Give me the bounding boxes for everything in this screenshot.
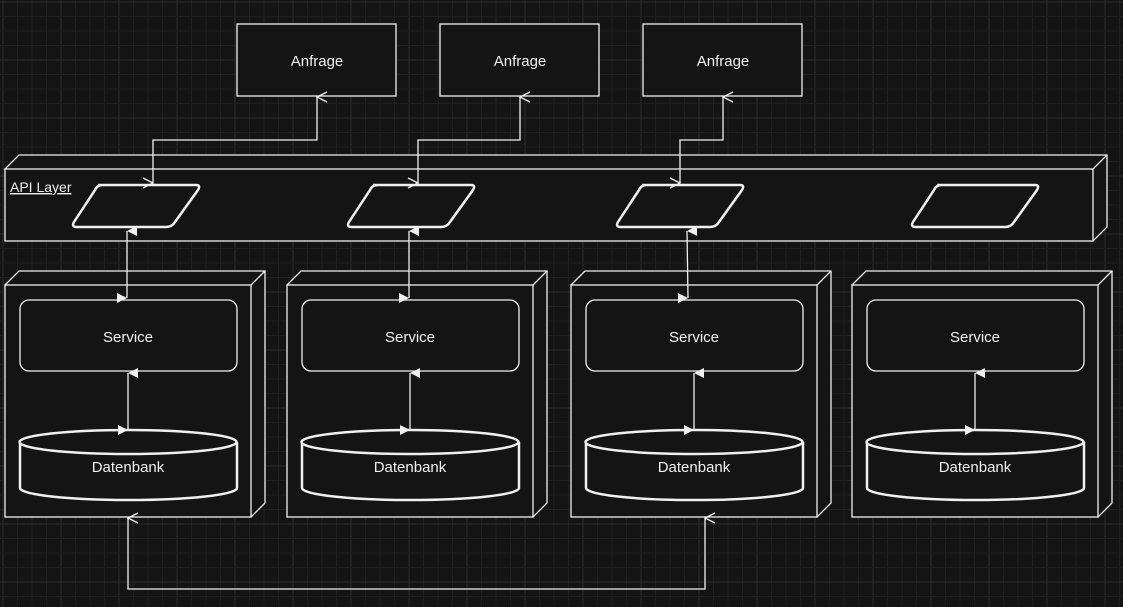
database-top [300, 428, 520, 456]
database-label: Datenbank [658, 459, 731, 476]
service-label: Service [950, 329, 1000, 346]
service-label: Service [103, 329, 153, 346]
database-top [584, 428, 804, 456]
database-top [18, 428, 238, 456]
api-layer-label: API Layer [10, 179, 72, 195]
database-label: Datenbank [92, 459, 165, 476]
diagram: Anfrage Anfrage Anfrage Service Datenbank Ser… [0, 0, 1123, 607]
request-label: Anfrage [291, 53, 344, 70]
service-label: Service [669, 329, 719, 346]
diagram-canvas: Anfrage Anfrage Anfrage Service Datenbank Ser… [0, 0, 1123, 607]
database-top [865, 428, 1085, 456]
database-label: Datenbank [939, 459, 1012, 476]
database-label: Datenbank [374, 459, 447, 476]
service-label: Service [385, 329, 435, 346]
request-label: Anfrage [494, 53, 547, 70]
request-label: Anfrage [697, 53, 750, 70]
